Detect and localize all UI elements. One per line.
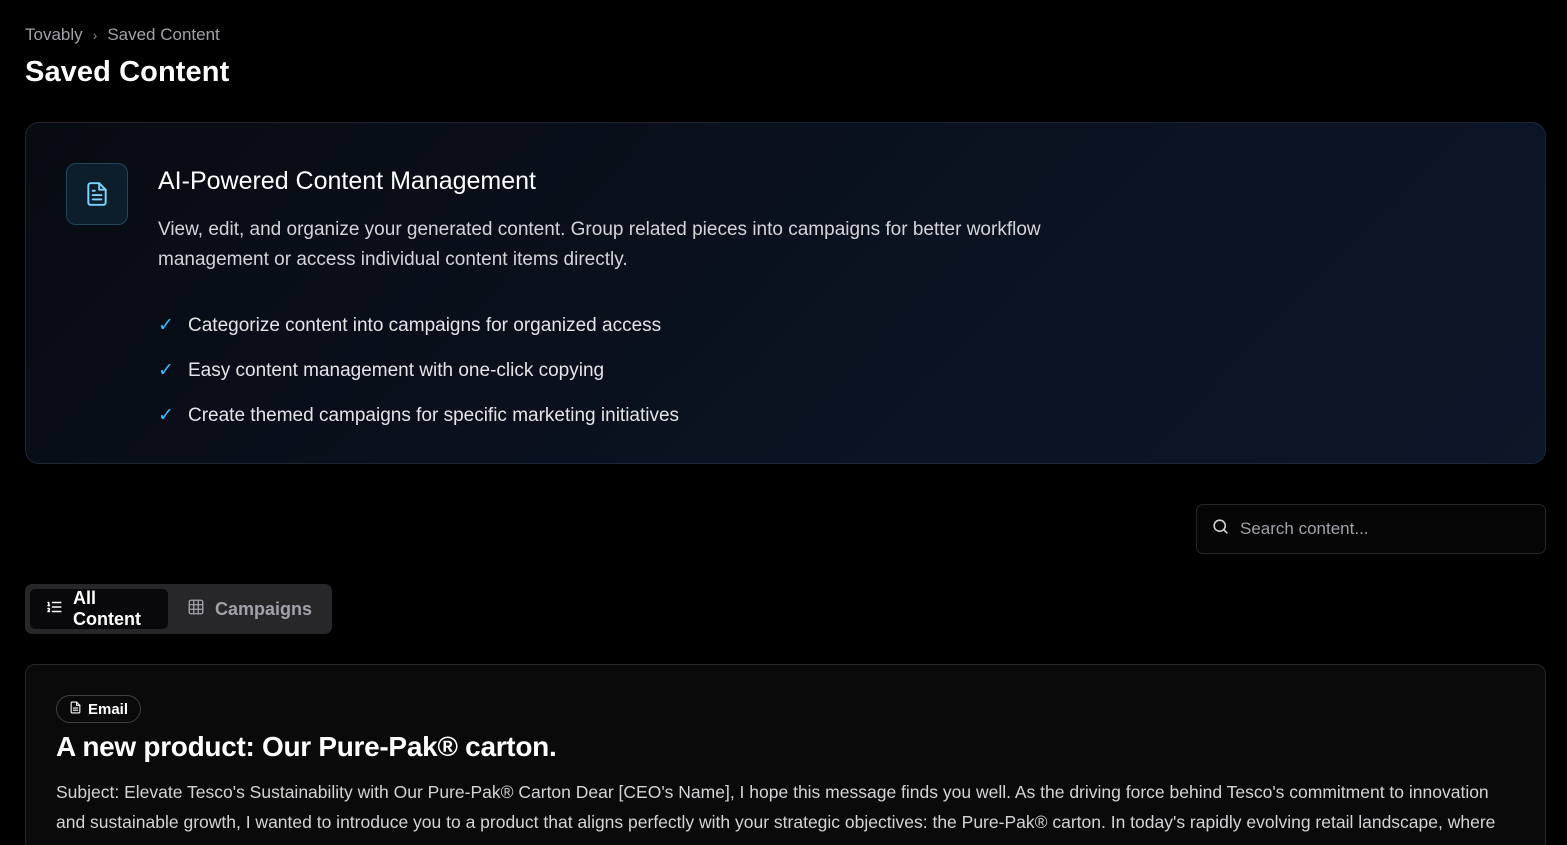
info-card-title: AI-Powered Content Management (158, 167, 536, 195)
content-body: Subject: Elevate Tesco's Sustainability … (56, 782, 1496, 845)
content-title[interactable]: A new product: Our Pure-Pak® carton. (56, 731, 557, 763)
breadcrumb-separator: › (92, 27, 98, 43)
breadcrumb-current: Saved Content (107, 25, 220, 44)
file-text-icon (66, 163, 128, 225)
page: Tovably › Saved Content Saved Content AI… (0, 0, 1567, 845)
breadcrumb-root[interactable]: Tovably (25, 25, 83, 45)
info-card: AI-Powered Content Management View, edit… (25, 122, 1546, 464)
content-type-badge: Email (56, 695, 142, 723)
list-icon (45, 598, 63, 621)
feature-item: ✓ Create themed campaigns for specific m… (158, 393, 679, 438)
view-tabs: All Content Campaigns (25, 584, 332, 634)
check-icon: ✓ (158, 315, 174, 336)
page-title: Saved Content (25, 56, 230, 88)
breadcrumb: Tovably › Saved Content (25, 25, 220, 45)
search-box[interactable] (1196, 504, 1546, 554)
info-card-description: View, edit, and organize your generated … (158, 219, 1041, 270)
feature-item: ✓ Categorize content into campaigns for … (158, 303, 679, 348)
content-card[interactable]: Email A new product: Our Pure-Pak® carto… (25, 664, 1546, 845)
grid-icon (187, 598, 205, 621)
badge-label: Email (88, 700, 129, 718)
check-icon: ✓ (158, 405, 174, 426)
feature-label: Create themed campaigns for specific mar… (188, 404, 680, 426)
check-icon: ✓ (158, 360, 174, 381)
search-input[interactable] (1240, 519, 1530, 539)
tab-campaigns[interactable]: Campaigns (172, 589, 327, 629)
feature-label: Categorize content into campaigns for or… (188, 314, 662, 336)
feature-item: ✓ Easy content management with one-click… (158, 348, 679, 393)
feature-list: ✓ Categorize content into campaigns for … (158, 303, 679, 438)
tab-all-content[interactable]: All Content (30, 588, 168, 629)
file-icon (69, 701, 82, 718)
tab-label: Campaigns (214, 598, 312, 619)
feature-label: Easy content management with one-click c… (188, 359, 605, 381)
tab-label: All Content (73, 588, 141, 629)
search-icon (1211, 517, 1230, 541)
